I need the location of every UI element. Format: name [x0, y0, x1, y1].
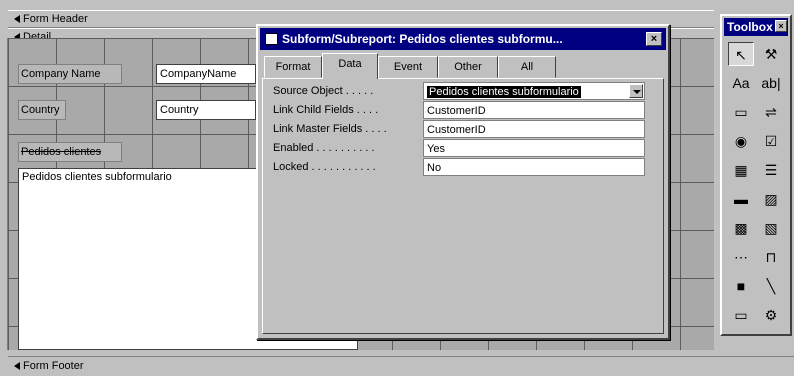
check-box-icon[interactable]: ☑	[758, 129, 784, 153]
image-icon[interactable]: ▨	[758, 187, 784, 211]
enabled-field[interactable]: Yes	[423, 139, 645, 157]
vertical-ruler[interactable]	[0, 38, 8, 350]
tab-control-icon[interactable]: ⊓	[758, 245, 784, 269]
country-field[interactable]: Country	[156, 100, 256, 120]
dialog-close-button[interactable]: ×	[646, 32, 662, 46]
link-master-fields-field[interactable]: CustomerID	[423, 120, 645, 138]
section-arrow-icon	[14, 362, 20, 371]
toolbox-close-button[interactable]: ×	[775, 20, 787, 32]
link-master-fields-label: Link Master Fields . . . .	[273, 123, 387, 135]
dialog-title-bar[interactable]: Subform/Subreport: Pedidos clientes subf…	[260, 28, 666, 50]
toggle-button-icon[interactable]: ⇌	[758, 100, 784, 124]
link-child-fields-field[interactable]: CustomerID	[423, 101, 645, 119]
tab-all[interactable]: All	[498, 56, 556, 78]
form-footer-label: Form Footer	[23, 360, 84, 372]
dialog-title: Subform/Subreport: Pedidos clientes subf…	[282, 32, 563, 46]
subform-control-text: Pedidos clientes subformulario	[22, 171, 172, 183]
data-tab-panel: Source Object . . . . . Pedidos clientes…	[262, 78, 664, 334]
enabled-label: Enabled . . . . . . . . . .	[273, 142, 375, 154]
subform-label[interactable]: Pedidos clientes	[18, 142, 122, 162]
link-child-fields-label: Link Child Fields . . . .	[273, 104, 379, 116]
source-object-label: Source Object . . . . .	[273, 85, 374, 97]
source-object-field[interactable]: Pedidos clientes subformulario	[423, 82, 645, 100]
form-header-label: Form Header	[23, 13, 88, 25]
company-name-field[interactable]: CompanyName	[156, 64, 256, 84]
toolbox-title: Toolbox	[727, 20, 773, 34]
form-footer-bar[interactable]: Form Footer	[8, 356, 794, 374]
bound-object-frame-icon[interactable]: ▧	[758, 216, 784, 240]
properties-icon	[265, 33, 278, 45]
section-arrow-icon	[14, 15, 20, 24]
rectangle-icon[interactable]: ▭	[728, 303, 754, 327]
tab-event[interactable]: Event	[378, 56, 438, 78]
toolbox-window: Toolbox × ↖ ⚒ Aa ab| ▭ ⇌ ◉ ☑ ▦ ☰ ▬ ▨ ▩ ▧ ⋯ ⊓ ■ ╲ ▭ ⚙	[720, 14, 792, 336]
chevron-down-icon[interactable]	[629, 84, 643, 98]
source-object-value: Pedidos clientes subformulario	[427, 86, 581, 98]
option-button-icon[interactable]: ◉	[728, 129, 754, 153]
company-name-label[interactable]: Company Name	[18, 64, 122, 84]
properties-dialog: Subform/Subreport: Pedidos clientes subf…	[256, 24, 670, 340]
option-group-icon[interactable]: ▭	[728, 100, 754, 124]
country-label[interactable]: Country	[18, 100, 66, 120]
select-objects-icon[interactable]: ↖	[728, 42, 754, 66]
subform-icon[interactable]: ■	[728, 274, 754, 298]
more-controls-icon[interactable]: ⚙	[758, 303, 784, 327]
control-wizards-icon[interactable]: ⚒	[758, 42, 784, 66]
page-break-icon[interactable]: ⋯	[728, 245, 754, 269]
label-icon[interactable]: Aa	[728, 71, 754, 95]
locked-label: Locked . . . . . . . . . . .	[273, 161, 376, 173]
tab-data[interactable]: Data	[322, 53, 378, 79]
locked-field[interactable]: No	[423, 158, 645, 176]
combo-box-icon[interactable]: ▦	[728, 158, 754, 182]
toolbox-title-bar[interactable]: Toolbox ×	[724, 18, 788, 36]
unbound-object-frame-icon[interactable]: ▩	[728, 216, 754, 240]
list-box-icon[interactable]: ☰	[758, 158, 784, 182]
text-box-icon[interactable]: ab|	[758, 71, 784, 95]
tab-other[interactable]: Other	[438, 56, 498, 78]
line-icon[interactable]: ╲	[758, 274, 784, 298]
command-button-icon[interactable]: ▬	[728, 187, 754, 211]
tab-format[interactable]: Format	[264, 56, 322, 78]
